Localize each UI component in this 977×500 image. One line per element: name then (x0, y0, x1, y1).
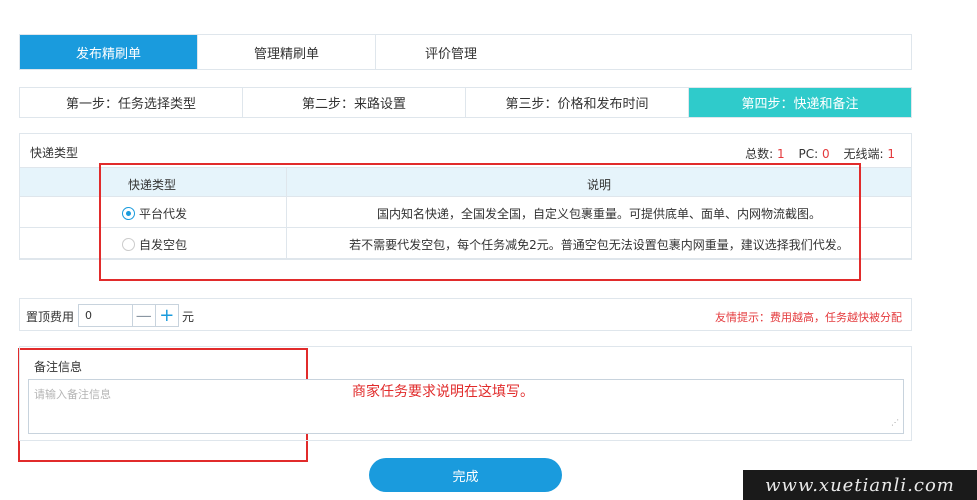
top-fee-input[interactable] (79, 305, 133, 326)
finish-button[interactable]: 完成 (369, 458, 562, 492)
minus-button[interactable]: — (133, 305, 156, 326)
radio-checked-icon[interactable] (122, 207, 135, 220)
remark-annotation: 商家任务要求说明在这填写。 (352, 384, 534, 400)
step-bar: 第一步：任务选择类型 第二步：来路设置 第三步：价格和发布时间 第四步：快递和备… (19, 87, 912, 118)
table-row: 平台代发 国内知名快递，全国发全国，自定义包裹重量。可提供底单、面单、内网物流截… (20, 197, 911, 228)
top-fee-unit: 元 (182, 310, 195, 324)
top-fee-row: 置顶费用 — + 元 友情提示：费用越高，任务越快被分配 (19, 298, 912, 331)
top-tabs: 发布精刷单 管理精刷单 评价管理 (19, 34, 912, 70)
radio-platform-ship[interactable]: 平台代发 (122, 205, 187, 222)
top-fee-hint: 友情提示：费用越高，任务越快被分配 (715, 311, 902, 324)
radio-unchecked-icon[interactable] (122, 238, 135, 251)
courier-stats: 总数: 1 PC: 0 无线端: 1 (745, 145, 895, 162)
stat-pc-label: PC: (798, 147, 819, 161)
stat-wireless-value: 1 (887, 147, 895, 161)
top-fee-label: 置顶费用 (26, 310, 75, 324)
tab-manage[interactable]: 管理精刷单 (198, 35, 376, 69)
resize-grip-icon[interactable]: ⋰ (891, 419, 899, 427)
plus-button[interactable]: + (156, 305, 178, 326)
step-4[interactable]: 第四步：快递和备注 (689, 88, 911, 117)
step-1[interactable]: 第一步：任务选择类型 (20, 88, 243, 117)
courier-table-header: 快递类型 说明 (20, 167, 911, 197)
courier-panel: 快递类型 总数: 1 PC: 0 无线端: 1 快递类型 说明 平台代发 国内知… (19, 133, 912, 260)
row-description: 若不需要代发空包，每个任务减免2元。普通空包无法设置包裹内网重量，建议选择我们代… (349, 238, 849, 252)
step-3[interactable]: 第三步：价格和发布时间 (466, 88, 689, 117)
radio-label: 平台代发 (139, 207, 188, 221)
tab-publish[interactable]: 发布精刷单 (20, 35, 198, 69)
table-row: 自发空包 若不需要代发空包，每个任务减免2元。普通空包无法设置包裹内网重量，建议… (20, 228, 911, 259)
stat-total-label: 总数: (745, 147, 774, 161)
column-header-type: 快递类型 (128, 178, 177, 192)
stat-total-value: 1 (777, 147, 785, 161)
remark-title: 备注信息 (34, 360, 83, 374)
tab-review[interactable]: 评价管理 (376, 35, 526, 69)
step-2[interactable]: 第二步：来路设置 (243, 88, 466, 117)
top-fee-stepper: — + (78, 304, 179, 327)
row-description: 国内知名快递，全国发全国，自定义包裹重量。可提供底单、面单、内网物流截图。 (376, 207, 821, 221)
column-divider (286, 168, 287, 196)
stat-pc-value: 0 (822, 147, 830, 161)
radio-label: 自发空包 (139, 238, 188, 252)
watermark: www.xuetianli.com (743, 470, 977, 500)
radio-self-ship[interactable]: 自发空包 (122, 236, 187, 253)
courier-panel-header: 快递类型 总数: 1 PC: 0 无线端: 1 (20, 134, 911, 167)
stat-wireless-label: 无线端: (843, 147, 884, 161)
column-header-desc: 说明 (587, 178, 612, 192)
courier-panel-title: 快递类型 (30, 146, 79, 160)
